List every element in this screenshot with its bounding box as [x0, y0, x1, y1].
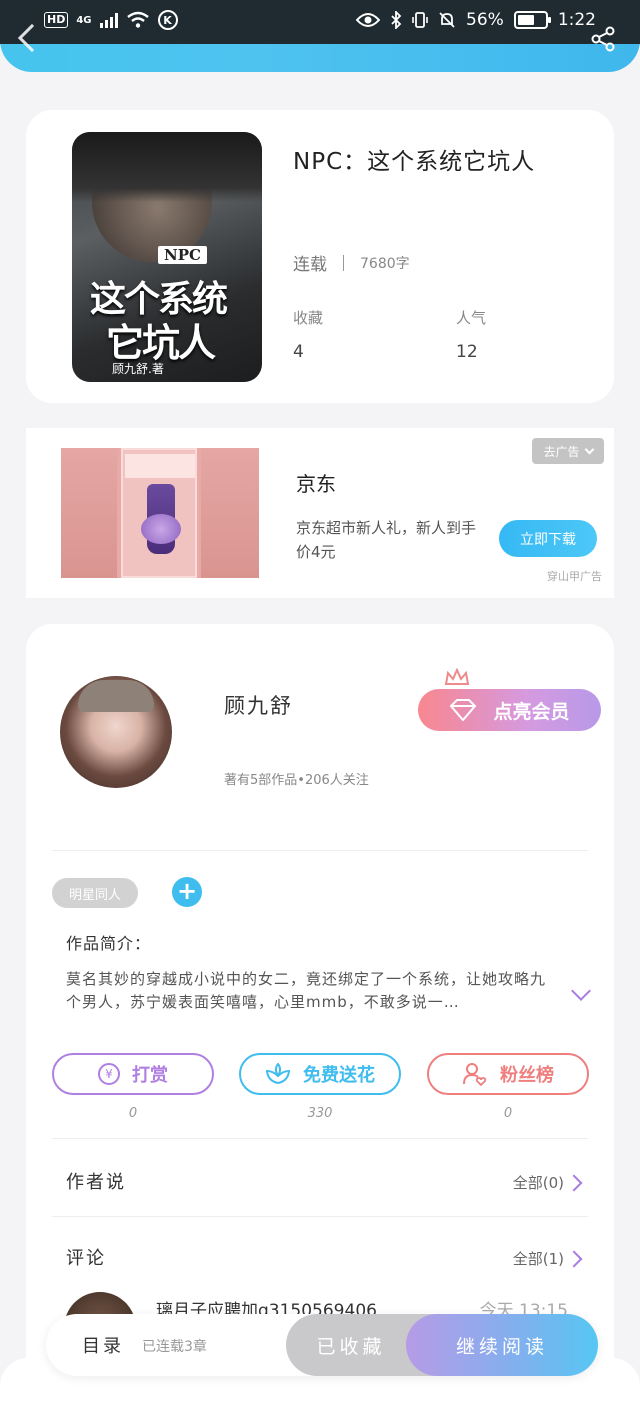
vip-label: 点亮会员 [493, 700, 570, 723]
book-meta: 连载 7680字 [293, 250, 410, 275]
fan-count: 0 [503, 1106, 513, 1121]
network-type: 4G [76, 14, 92, 26]
divider [52, 850, 588, 851]
chevron-down-icon [584, 444, 594, 455]
cover-title-line2: 它坑人 [106, 320, 216, 365]
book-status: 连载 [293, 255, 327, 275]
ad-image[interactable] [61, 448, 259, 578]
author-says-label: 作者说 [66, 1172, 126, 1193]
ad-download-button[interactable]: 立即下载 [499, 520, 597, 557]
toc-button[interactable]: 目录 [82, 1332, 124, 1358]
bottom-action-bar: 目录 已连载3章 已收藏 继续阅读 [46, 1314, 598, 1376]
popularity-label: 人气 [456, 309, 487, 327]
author-name[interactable]: 顾九舒 [224, 690, 293, 720]
tip-button[interactable]: ¥ 打赏 [52, 1053, 214, 1095]
flower-count: 330 [307, 1106, 333, 1121]
author-stats: 著有5部作品•206人关注 [224, 773, 369, 788]
vibrate-icon [412, 12, 428, 28]
favorites-count: 4 [293, 342, 304, 362]
fan-rank-button[interactable]: 粉丝榜 [427, 1053, 589, 1095]
book-cover: NPC 这个系统 它坑人 顾九舒.著 [72, 132, 262, 382]
share-icon[interactable] [590, 26, 616, 52]
k-app-icon: K [157, 10, 178, 30]
send-flower-label: 免费送花 [303, 1065, 375, 1086]
battery-icon [513, 11, 551, 29]
divider [52, 1216, 588, 1217]
ad-brand: 京东 [296, 472, 336, 496]
vip-button[interactable]: 点亮会员 [418, 689, 601, 731]
ad-description: 京东超市新人礼，新人到手价4元 [296, 519, 477, 561]
book-info-card: NPC 这个系统 它坑人 顾九舒.著 NPC：这个系统它坑人 连载 7680字 … [26, 110, 614, 403]
comments-all-link[interactable]: 全部(1) [513, 1248, 564, 1269]
bluetooth-icon [391, 11, 402, 29]
meta-divider [343, 254, 344, 271]
wifi-icon [126, 11, 149, 28]
battery-percent: 56% [466, 10, 504, 30]
ad-source: 穿山甲广告 [547, 570, 602, 583]
diamond-icon [450, 699, 477, 721]
tip-count: 0 [128, 1106, 138, 1121]
intro-text: 莫名其妙的穿越成小说中的女二，竟还绑定了一个系统，让她攻略九个男人，苏宁媛表面笑… [66, 970, 547, 1011]
author-avatar[interactable] [60, 676, 172, 788]
yen-icon: ¥ [98, 1063, 120, 1085]
chapter-count: 已连载3章 [142, 1339, 207, 1355]
work-info-card: 顾九舒 著有5部作品•206人关注 点亮会员 明星同人 + 作品简介： 莫名其妙… [26, 624, 614, 1404]
send-flower-button[interactable]: 免费送花 [239, 1053, 401, 1095]
chevron-right-icon[interactable] [565, 1174, 583, 1192]
intro-label: 作品简介： [66, 934, 152, 953]
popularity-count: 12 [456, 342, 478, 362]
remove-ad-label: 去广告 [543, 444, 580, 459]
book-title: NPC：这个系统它坑人 [293, 149, 536, 175]
status-bar: HD 4G K 56% 1:22 [0, 0, 640, 44]
remove-ad-button[interactable]: 去广告 [532, 438, 604, 464]
favorites-label: 收藏 [293, 309, 324, 327]
word-count: 7680字 [360, 255, 410, 272]
chevron-down-icon[interactable] [571, 981, 591, 1001]
chevron-right-icon[interactable] [565, 1250, 583, 1268]
add-tag-button[interactable]: + [172, 877, 202, 907]
mute-bell-icon [439, 12, 455, 28]
ad-banner[interactable]: 京东 京东超市新人礼，新人到手价4元 去广告 立即下载 穿山甲广告 [26, 428, 614, 598]
continue-reading-button[interactable]: 继续阅读 [406, 1314, 598, 1376]
tip-label: 打赏 [132, 1065, 168, 1086]
signal-icon [99, 12, 118, 28]
crown-icon [444, 668, 470, 685]
cover-npc: NPC [158, 246, 207, 264]
author-says-all-link[interactable]: 全部(0) [513, 1172, 564, 1193]
fan-rank-label: 粉丝榜 [500, 1065, 554, 1086]
cover-author: 顾九舒.著 [112, 362, 164, 376]
tag-chip[interactable]: 明星同人 [52, 878, 138, 908]
hd-badge: HD [44, 12, 69, 28]
flower-icon [265, 1063, 291, 1085]
eye-icon [356, 13, 381, 27]
user-heart-icon [463, 1063, 487, 1086]
divider [52, 1138, 588, 1139]
comments-label: 评论 [66, 1248, 106, 1269]
